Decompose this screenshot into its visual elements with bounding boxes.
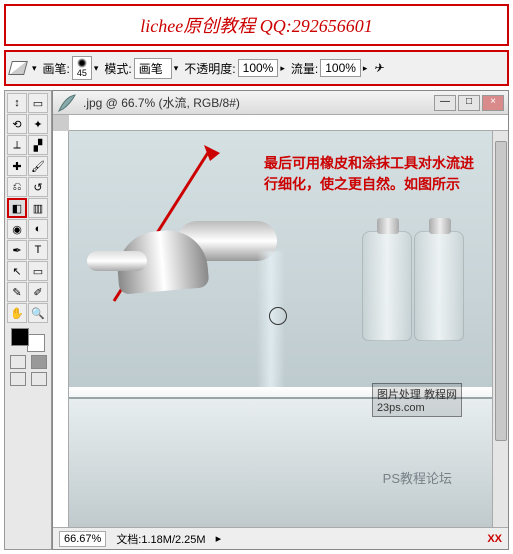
- app-feather-icon: [57, 93, 77, 113]
- marquee-tool[interactable]: ▭: [28, 93, 48, 113]
- opacity-field[interactable]: 100%: [238, 59, 279, 77]
- path-select-tool[interactable]: ↖: [7, 261, 27, 281]
- quickmask-mode-icon[interactable]: [31, 355, 47, 369]
- scrollbar-vertical[interactable]: [492, 131, 508, 527]
- flow-slider-icon[interactable]: ▸: [363, 63, 368, 74]
- maximize-button[interactable]: □: [458, 95, 480, 111]
- tool-preset-dropdown[interactable]: ▾: [32, 63, 37, 74]
- mode-group: 模式: 画笔 ▾: [104, 58, 178, 79]
- lasso-tool[interactable]: ⟲: [7, 114, 27, 134]
- background-color-swatch[interactable]: [27, 334, 45, 352]
- history-brush-tool[interactable]: ↺: [28, 177, 48, 197]
- mode-select[interactable]: 画笔: [134, 58, 172, 79]
- heal-tool[interactable]: ✚: [7, 156, 27, 176]
- move-tool[interactable]: ↕: [7, 93, 27, 113]
- wm-line1: 图片处理: [377, 389, 421, 401]
- watermark-box: 图片处理 教程网 23ps.com: [372, 383, 462, 417]
- brush-preview[interactable]: 45: [72, 56, 92, 80]
- document-title: .jpg @ 66.7% (水流, RGB/8#): [83, 94, 428, 111]
- color-swatches[interactable]: [7, 328, 49, 352]
- bottle-2: [414, 231, 464, 341]
- brush-dot-icon: [77, 58, 87, 68]
- pen-tool[interactable]: ✒: [7, 240, 27, 260]
- ruler-horizontal[interactable]: [69, 115, 508, 131]
- slice-tool[interactable]: ▞: [28, 135, 48, 155]
- canvas-body: 最后可用橡皮和涂抹工具对水流进 行细化，使之更自然。如图所示 图片处理 教程网: [53, 131, 508, 527]
- stamp-tool[interactable]: ⎌: [7, 177, 27, 197]
- annotation-line2: 行细化，使之更自然。如图所示: [264, 174, 474, 195]
- brush-tool[interactable]: 🖌: [28, 156, 48, 176]
- faucet-handle: [87, 251, 147, 271]
- brush-dropdown-icon[interactable]: ▾: [94, 63, 99, 74]
- titlebar[interactable]: .jpg @ 66.7% (水流, RGB/8#) — □ ×: [53, 91, 508, 115]
- wm-line3: 教程网: [424, 389, 457, 401]
- close-button[interactable]: ×: [482, 95, 504, 111]
- mode-value: 画笔: [139, 60, 163, 77]
- wand-tool[interactable]: ✦: [28, 114, 48, 134]
- annotation-line1: 最后可用橡皮和涂抹工具对水流进: [264, 153, 474, 174]
- bottle-cap-icon: [377, 218, 399, 234]
- blur-tool[interactable]: ◉: [7, 219, 27, 239]
- zoom-tool[interactable]: 🔍: [28, 303, 48, 323]
- foreground-color-swatch[interactable]: [11, 328, 29, 346]
- screen-mode-2-icon[interactable]: [31, 372, 47, 386]
- document-window: .jpg @ 66.7% (水流, RGB/8#) — □ × 最后可用橡皮和涂…: [52, 90, 509, 550]
- window-buttons: — □ ×: [434, 95, 504, 111]
- eraser-tool[interactable]: ◧: [7, 198, 27, 218]
- banner-text: lichee原创教程 QQ:292656601: [140, 16, 372, 36]
- hand-tool[interactable]: ✋: [7, 303, 27, 323]
- options-bar: ▾ 画笔: 45 ▾ 模式: 画笔 ▾ 不透明度: 100% ▸ 流量: 100…: [4, 50, 509, 86]
- crop-tool[interactable]: ⟂: [7, 135, 27, 155]
- bottle-1: [362, 231, 412, 341]
- status-bar: 66.67% 文档:1.18M/2.25M ▸ XX: [53, 527, 508, 549]
- ruler-vertical[interactable]: [53, 131, 69, 527]
- brush-size-value: 45: [77, 68, 87, 78]
- shape-tool[interactable]: ▭: [28, 261, 48, 281]
- screen-mode-1-icon[interactable]: [10, 372, 26, 386]
- opacity-slider-icon[interactable]: ▸: [280, 63, 285, 74]
- opacity-label: 不透明度:: [184, 60, 235, 77]
- quick-mask-toggle[interactable]: [7, 355, 49, 369]
- mode-dropdown-icon[interactable]: ▾: [174, 63, 179, 74]
- brush-label: 画笔:: [43, 60, 70, 77]
- dodge-tool[interactable]: ◐: [28, 219, 48, 239]
- notes-tool[interactable]: ✎: [7, 282, 27, 302]
- eraser-tool-icon[interactable]: [8, 61, 28, 75]
- eyedropper-tool[interactable]: ✐: [28, 282, 48, 302]
- standard-mode-icon[interactable]: [10, 355, 26, 369]
- minimize-button[interactable]: —: [434, 95, 456, 111]
- flow-value: 100%: [325, 61, 356, 75]
- tutorial-banner: lichee原创教程 QQ:292656601: [4, 4, 509, 46]
- flow-group: 流量: 100% ▸: [291, 59, 368, 77]
- scroll-thumb[interactable]: [495, 141, 507, 441]
- watermark-text: PS教程论坛: [383, 468, 452, 487]
- wm-line2: 23ps.com: [377, 402, 425, 414]
- airbrush-icon[interactable]: ✈: [373, 61, 383, 75]
- opacity-value: 100%: [243, 61, 274, 75]
- mode-label: 模式:: [104, 60, 131, 77]
- main-area: ↕ ▭ ⟲ ✦ ⟂ ▞ ✚ 🖌 ⎌ ↺ ◧ ▥ ◉ ◐ ✒ T ↖ ▭ ✎ ✐ …: [4, 90, 509, 550]
- brush-cursor: [269, 307, 287, 325]
- screen-mode-toggle[interactable]: [7, 372, 49, 386]
- flow-label: 流量:: [291, 60, 318, 77]
- toolbox: ↕ ▭ ⟲ ✦ ⟂ ▞ ✚ 🖌 ⎌ ↺ ◧ ▥ ◉ ◐ ✒ T ↖ ▭ ✎ ✐ …: [4, 90, 52, 550]
- brush-picker[interactable]: 画笔: 45 ▾: [43, 56, 99, 80]
- bottle-cap-icon: [429, 218, 451, 234]
- type-tool[interactable]: T: [28, 240, 48, 260]
- gradient-tool[interactable]: ▥: [28, 198, 48, 218]
- flow-field[interactable]: 100%: [320, 59, 361, 77]
- canvas[interactable]: 最后可用橡皮和涂抹工具对水流进 行细化，使之更自然。如图所示 图片处理 教程网: [69, 131, 492, 527]
- faucet: [87, 201, 267, 341]
- opacity-group: 不透明度: 100% ▸: [184, 59, 285, 77]
- annotation-text: 最后可用橡皮和涂抹工具对水流进 行细化，使之更自然。如图所示: [264, 153, 474, 195]
